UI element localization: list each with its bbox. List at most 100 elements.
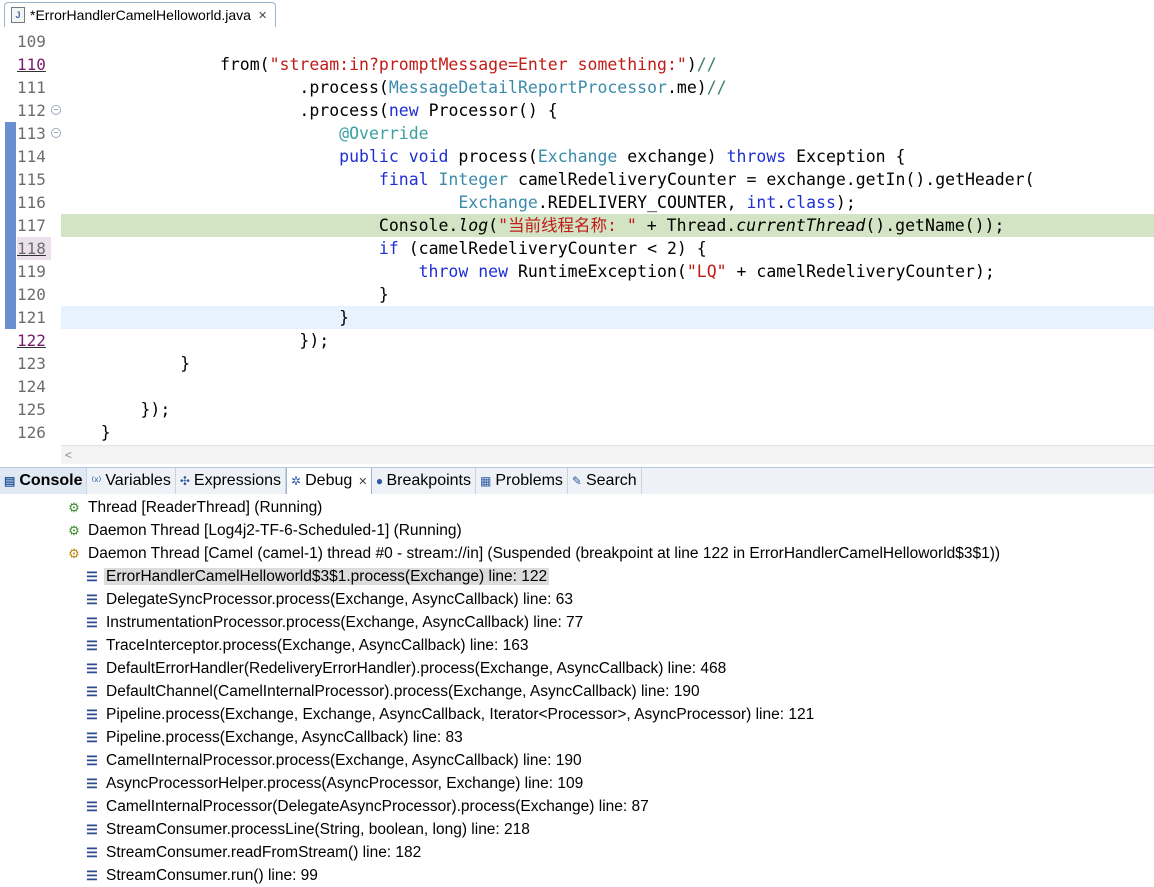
code-line[interactable]: 119 throw new RuntimeException("LQ" + ca… — [0, 260, 1154, 283]
line-number[interactable]: 110 — [17, 53, 51, 76]
close-icon[interactable]: ✕ — [258, 9, 267, 22]
code-line[interactable]: 126 } — [0, 421, 1154, 444]
code-text[interactable]: } — [61, 352, 1154, 375]
code-line[interactable]: 117 Console.log("当前线程名称: " + Thread.curr… — [0, 214, 1154, 237]
code-line[interactable]: 110 from("stream:in?promptMessage=Enter … — [0, 53, 1154, 76]
thread-label: Thread [ReaderThread] (Running) — [88, 499, 323, 516]
code-text[interactable]: .process(new Processor() { — [61, 99, 1154, 122]
stack-frame-item[interactable]: ☰ StreamConsumer.processLine(String, bool… — [84, 818, 532, 841]
code-text[interactable]: if (camelRedeliveryCounter < 2) { — [61, 237, 1154, 260]
code-line[interactable]: 122 }); — [0, 329, 1154, 352]
line-number[interactable]: 117 — [17, 214, 51, 237]
stack-frame-item[interactable]: ☰ CamelInternalProcessor(DelegateAsyncPro… — [84, 795, 651, 818]
stack-frame-item[interactable]: ☰ Pipeline.process(Exchange, Exchange, As… — [84, 703, 816, 726]
tab-expressions[interactable]: ✣ Expressions — [176, 468, 287, 494]
code-token: if — [378, 239, 399, 258]
tab-label: Problems — [495, 472, 563, 489]
code-line[interactable]: 121 } — [0, 306, 1154, 329]
stack-frame-item[interactable]: ☰ DefaultErrorHandler(RedeliveryErrorHand… — [84, 657, 728, 680]
line-number[interactable]: 115 — [17, 168, 51, 191]
code-line[interactable]: 111 .process(MessageDetailReportProcesso… — [0, 76, 1154, 99]
stack-frame-item[interactable]: ☰ Pipeline.process(Exchange, AsyncCallbac… — [84, 726, 465, 749]
fold-toggle-icon[interactable]: − — [51, 105, 61, 115]
code-line[interactable]: 112− .process(new Processor() { — [0, 99, 1154, 122]
code-text[interactable] — [61, 375, 1154, 398]
line-number[interactable]: 116 — [17, 191, 51, 214]
line-number[interactable]: 126 — [17, 421, 51, 444]
code-line[interactable]: 113− @Override — [0, 122, 1154, 145]
running-thread-icon: ⚙ — [68, 523, 80, 538]
line-number[interactable]: 123 — [17, 352, 51, 375]
stack-frame-item[interactable]: ☰ CamelInternalProcessor.process(Exchange… — [84, 749, 584, 772]
code-text[interactable]: Exchange.REDELIVERY_COUNTER, int.class); — [61, 191, 1154, 214]
code-text[interactable]: }); — [61, 398, 1154, 421]
tab-debug[interactable]: ✲ Debug ✕ — [286, 468, 373, 494]
change-marker — [5, 191, 16, 214]
code-text[interactable]: throw new RuntimeException("LQ" + camelR… — [61, 260, 1154, 283]
code-line[interactable]: 118 if (camelRedeliveryCounter < 2) { — [0, 237, 1154, 260]
line-number[interactable]: 118 — [17, 237, 51, 260]
stack-frame-item[interactable]: ☰ AsyncProcessorHelper.process(AsyncProce… — [84, 772, 585, 795]
code-text[interactable]: }); — [61, 329, 1154, 352]
stack-frame-item[interactable]: ☰ StreamConsumer.readFromStream() line: 1… — [84, 841, 423, 864]
code-editor[interactable]: 109 110 from("stream:in?promptMessage=Ent… — [0, 28, 1154, 445]
code-text[interactable]: @Override — [61, 122, 1154, 145]
line-number[interactable]: 119 — [17, 260, 51, 283]
stack-frame-item[interactable]: ☰ StreamConsumer.run() line: 99 — [84, 864, 320, 887]
stack-frame-item[interactable]: ☰ TraceInterceptor.process(Exchange, Asyn… — [84, 634, 530, 657]
editor-tab-java-file[interactable]: J *ErrorHandlerCamelHelloworld.java ✕ — [4, 2, 277, 27]
code-line[interactable]: 124 — [0, 375, 1154, 398]
tab-console[interactable]: ▤ Console — [0, 468, 88, 494]
stack-frame-item[interactable]: ☰ ErrorHandlerCamelHelloworld$3$1.process… — [84, 565, 550, 588]
thread-item[interactable]: ⚙ Daemon Thread [Log4j2-TF-6-Scheduled-1]… — [66, 519, 464, 542]
code-token: Exchange — [458, 193, 538, 212]
stack-frame-item[interactable]: ☰ DelegateSyncProcessor.process(Exchange,… — [84, 588, 575, 611]
code-line[interactable]: 123 } — [0, 352, 1154, 375]
line-number[interactable]: 111 — [17, 76, 51, 99]
code-text[interactable]: } — [61, 421, 1154, 444]
code-text[interactable]: public void process(Exchange exchange) t… — [61, 145, 1154, 168]
line-number[interactable]: 109 — [17, 30, 51, 53]
code-line[interactable]: 114 public void process(Exchange exchang… — [0, 145, 1154, 168]
code-token: .REDELIVERY_COUNTER, — [537, 193, 747, 212]
code-line[interactable]: 115 final Integer camelRedeliveryCounter… — [0, 168, 1154, 191]
thread-item[interactable]: ⚙ Daemon Thread [Camel (camel-1) thread #… — [66, 542, 1002, 565]
tab-problems[interactable]: ▦ Problems — [476, 468, 568, 494]
scroll-left-arrow-icon[interactable]: < — [65, 448, 72, 462]
code-token: camelRedeliveryCounter = exchange.getIn(… — [508, 170, 1035, 189]
line-number[interactable]: 124 — [17, 375, 51, 398]
editor-horizontal-scrollbar[interactable]: < — [61, 445, 1154, 464]
code-line[interactable]: 109 — [0, 30, 1154, 53]
code-token: Processor() { — [418, 101, 558, 120]
fold-toggle-icon[interactable]: − — [51, 128, 61, 138]
code-text[interactable]: final Integer camelRedeliveryCounter = e… — [61, 168, 1154, 191]
code-text[interactable]: from("stream:in?promptMessage=Enter some… — [61, 53, 1154, 76]
tab-breakpoints[interactable]: ⦁ Breakpoints — [372, 468, 476, 494]
code-line[interactable]: 116 Exchange.REDELIVERY_COUNTER, int.cla… — [0, 191, 1154, 214]
line-number[interactable]: 125 — [17, 398, 51, 421]
line-number[interactable]: 120 — [17, 283, 51, 306]
stack-frame-item[interactable]: ☰ InstrumentationProcessor.process(Exchan… — [84, 611, 585, 634]
line-number[interactable]: 113 — [17, 122, 51, 145]
stack-frame-item[interactable]: ☰ DefaultChannel(CamelInternalProcessor).… — [84, 680, 702, 703]
code-token: process( — [448, 147, 538, 166]
line-number[interactable]: 112 — [17, 99, 51, 122]
debug-tree[interactable]: ⚙ Thread [ReaderThread] (Running) ⚙ Daemon … — [0, 494, 1154, 886]
line-number[interactable]: 122 — [17, 329, 51, 352]
tab-variables[interactable]: ⁽ˣ⁾ Variables — [87, 468, 176, 494]
suspended-thread-icon: ⚙ — [68, 546, 80, 561]
code-text[interactable] — [61, 30, 1154, 53]
close-icon[interactable]: ✕ — [358, 475, 367, 488]
tab-search[interactable]: ✎ Search — [568, 468, 642, 494]
code-text[interactable]: Console.log("当前线程名称: " + Thread.currentT… — [61, 214, 1154, 237]
code-text[interactable]: } — [61, 283, 1154, 306]
code-line[interactable]: 125 }); — [0, 398, 1154, 421]
code-line[interactable]: 120 } — [0, 283, 1154, 306]
line-number[interactable]: 121 — [17, 306, 51, 329]
thread-item[interactable]: ⚙ Thread [ReaderThread] (Running) — [66, 496, 324, 519]
code-text[interactable]: .process(MessageDetailReportProcessor.me… — [61, 76, 1154, 99]
line-number[interactable]: 114 — [17, 145, 51, 168]
code-text[interactable]: } — [61, 306, 1154, 329]
